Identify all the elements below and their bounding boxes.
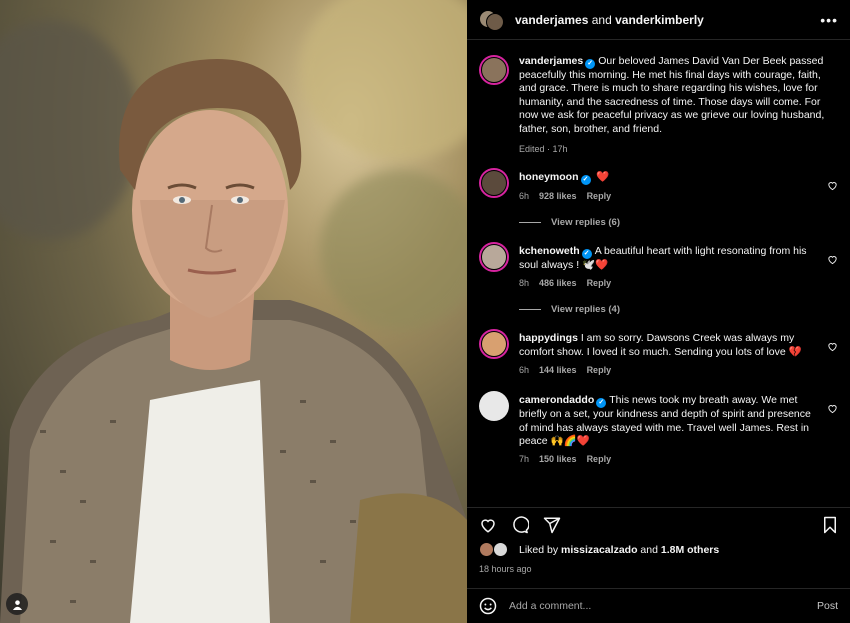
reply-button[interactable]: Reply xyxy=(587,191,612,201)
avatar[interactable] xyxy=(479,168,509,199)
comment-input[interactable] xyxy=(509,600,817,612)
heart-icon[interactable] xyxy=(827,403,838,414)
heart-icon[interactable] xyxy=(827,341,838,352)
likes-summary[interactable]: Liked by missizacalzado and 1.8M others xyxy=(479,542,838,558)
verified-icon: ✓ xyxy=(585,59,596,69)
avatar[interactable] xyxy=(479,242,509,273)
post-timestamp: 18 hours ago xyxy=(479,564,532,574)
likes-count[interactable]: 1.8M others xyxy=(661,544,719,556)
comment-time: 6h xyxy=(519,365,530,376)
post-photo[interactable] xyxy=(0,0,467,623)
post-button[interactable]: Post xyxy=(817,600,838,612)
post-panel: vanderjames and vanderkimberly ••• vande… xyxy=(467,0,850,623)
emoji-icon[interactable] xyxy=(479,597,497,615)
view-replies-label: View replies (6) xyxy=(551,217,620,229)
reply-button[interactable]: Reply xyxy=(587,365,612,375)
portrait-figure xyxy=(0,59,467,623)
comment-item: happydings I am so sorry. Dawsons Creek … xyxy=(479,329,838,375)
comment-time: 7h xyxy=(519,454,530,465)
caption: vanderjames ✓ Our beloved James David Van … xyxy=(479,55,838,154)
comment-item: honeymoon ✓ ❤️ 6h 928 likes Reply xyxy=(479,168,838,201)
heart-icon[interactable] xyxy=(479,516,497,534)
comment-username[interactable]: honeymoon xyxy=(519,171,579,183)
comment-time: 6h xyxy=(519,191,530,202)
verified-icon: ✓ xyxy=(580,175,591,186)
collab-username[interactable]: vanderkimberly xyxy=(615,13,704,27)
author-username[interactable]: vanderjames xyxy=(515,13,588,27)
comment-username[interactable]: happydings xyxy=(519,332,578,344)
comment-username[interactable]: kchenoweth xyxy=(519,245,580,257)
view-replies-button[interactable]: View replies (4) xyxy=(519,304,838,315)
comment-likes[interactable]: 486 likes xyxy=(539,278,577,288)
reply-button[interactable]: Reply xyxy=(587,454,612,464)
reply-button[interactable]: Reply xyxy=(587,278,612,288)
comment-likes[interactable]: 150 likes xyxy=(539,454,577,464)
likes-and: and xyxy=(640,544,658,556)
view-replies-button[interactable]: View replies (6) xyxy=(519,217,838,228)
caption-username[interactable]: vanderjames xyxy=(519,55,583,67)
likes-prefix: Liked by xyxy=(519,544,559,556)
comment-likes[interactable]: 144 likes xyxy=(539,365,577,375)
post-viewer: vanderjames and vanderkimberly ••• vande… xyxy=(0,0,850,623)
verified-icon: ✓ xyxy=(581,249,592,260)
heart-icon[interactable] xyxy=(827,180,838,191)
share-icon[interactable] xyxy=(543,516,561,534)
avatar[interactable] xyxy=(479,55,509,85)
post-actions xyxy=(467,507,850,541)
tag-user-icon[interactable] xyxy=(6,593,28,615)
caption-meta: Edited · 17h xyxy=(519,144,568,155)
comment-item: kchenoweth ✓ A beautiful heart with light … xyxy=(479,242,838,288)
collab-avatars[interactable] xyxy=(479,8,504,32)
comment-item: camerondaddo ✓ This news took my breath aw… xyxy=(479,391,838,464)
comment-time: 8h xyxy=(519,278,530,289)
verified-icon: ✓ xyxy=(596,398,607,409)
comment-icon[interactable] xyxy=(511,515,529,534)
post-header: vanderjames and vanderkimberly ••• xyxy=(467,0,850,40)
bookmark-icon[interactable] xyxy=(822,516,838,534)
comment-text: ❤️ xyxy=(596,171,610,184)
comment-composer: Post xyxy=(467,588,850,623)
avatar[interactable] xyxy=(479,329,509,360)
comment-likes[interactable]: 928 likes xyxy=(539,191,577,201)
view-replies-label: View replies (4) xyxy=(551,304,620,316)
collab-connector: and xyxy=(591,12,612,27)
avatar[interactable] xyxy=(479,391,509,422)
comments-list[interactable]: vanderjames ✓ Our beloved James David Van … xyxy=(467,41,850,501)
more-icon[interactable]: ••• xyxy=(820,12,838,28)
liker-username[interactable]: missizacalzado xyxy=(561,544,637,556)
heart-icon[interactable] xyxy=(827,254,838,265)
collab-title: vanderjames and vanderkimberly xyxy=(515,13,820,27)
comment-username[interactable]: camerondaddo xyxy=(519,394,594,406)
liker-avatars xyxy=(479,542,511,558)
